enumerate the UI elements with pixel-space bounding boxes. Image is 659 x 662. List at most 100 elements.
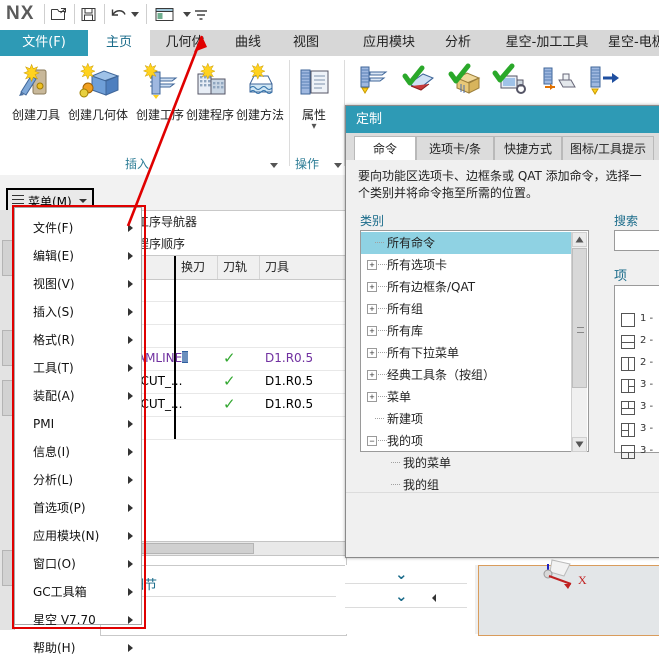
menu-item-analysis[interactable]: 分析(L) <box>15 466 141 494</box>
list-item[interactable]: 3 - <box>615 376 659 397</box>
list-item[interactable]: 2 - <box>615 332 659 353</box>
tab-tabs-bars[interactable]: 选项卡/条 <box>416 136 494 160</box>
scroll-up-arrow[interactable] <box>572 232 587 247</box>
resource-bar-tab-3[interactable] <box>2 380 14 416</box>
menu-item-insert[interactable]: 插入(S) <box>15 298 141 326</box>
resource-bar-tab-4[interactable] <box>2 550 14 586</box>
ribbon-group-operation-caret[interactable] <box>334 163 342 168</box>
resource-bar-tab-1[interactable] <box>2 240 14 276</box>
expand-icon[interactable]: + <box>367 392 377 402</box>
tree-item-menu[interactable]: + 菜单 <box>361 386 573 408</box>
expand-icon[interactable]: + <box>367 304 377 314</box>
qat-more-icon[interactable] <box>193 9 209 21</box>
menu-item-gc-toolbox[interactable]: GC工具箱 <box>15 578 141 606</box>
tab-geometry[interactable]: 几何体 <box>150 30 220 56</box>
collapse-arrow-icon[interactable] <box>429 593 439 603</box>
list-item[interactable]: 3 - <box>615 442 659 463</box>
menu-item-file[interactable]: 文件(F) <box>15 214 141 242</box>
tree-item-all-dropdowns[interactable]: + 所有下拉菜单 <box>361 342 573 364</box>
menu-item-application[interactable]: 应用模块(N) <box>15 522 141 550</box>
menu-item-pmi[interactable]: PMI <box>15 410 141 438</box>
list-item[interactable]: 3 - <box>615 420 659 441</box>
undo-dropdown-caret[interactable] <box>131 12 139 17</box>
tree-line <box>378 374 387 376</box>
tree-item-all-tabs[interactable]: + 所有选项卡 <box>361 254 573 276</box>
generate-toolpath-button[interactable] <box>352 62 396 104</box>
submenu-arrow-icon <box>128 560 133 568</box>
menu-item-assemblies[interactable]: 装配(A) <box>15 382 141 410</box>
tab-icons-tooltips[interactable]: 图标/工具提示 <box>562 136 654 160</box>
list-item[interactable]: 1 - <box>615 310 659 331</box>
tab-shortcuts[interactable]: 快捷方式 <box>494 136 562 160</box>
tree-item-my-items[interactable]: − 我的项 <box>361 430 573 452</box>
category-tree[interactable]: 所有命令 + 所有选项卡 + 所有边框条/QAT + 所有组 + 所有库 + 所… <box>360 230 589 514</box>
post-process-button[interactable] <box>536 62 580 104</box>
tree-item-all-groups[interactable]: + 所有组 <box>361 298 573 320</box>
tab-home[interactable]: 主页 <box>88 30 150 56</box>
resource-bar-tab-2[interactable] <box>2 330 14 366</box>
create-tool-button[interactable]: 创建刀具 <box>4 62 68 123</box>
expand-icon[interactable]: + <box>367 260 377 270</box>
cell-toolpath: ✓ <box>223 395 236 413</box>
menu-item-information[interactable]: 信息(I) <box>15 438 141 466</box>
tab-commands[interactable]: 命令 <box>354 136 416 160</box>
create-method-button[interactable]: 创建方法 <box>228 62 292 123</box>
collapse-icon[interactable]: − <box>367 436 377 446</box>
list-item[interactable] <box>615 288 659 309</box>
menu-item-tools[interactable]: 工具(T) <box>15 354 141 382</box>
tree-item-all-commands[interactable]: 所有命令 <box>361 232 573 254</box>
list-item[interactable]: 2 - <box>615 354 659 375</box>
tree-item-all-borders-qat[interactable]: + 所有边框条/QAT <box>361 276 573 298</box>
tree-item-all-libraries[interactable]: + 所有库 <box>361 320 573 342</box>
output-button[interactable] <box>582 62 626 104</box>
undo-icon[interactable] <box>110 6 128 23</box>
menu-item-xingkong[interactable]: 星空 V7.70 <box>15 606 141 634</box>
tree-item-my-menu[interactable]: 我的菜单 <box>361 452 573 474</box>
menu-item-label: 文件(F) <box>33 221 74 235</box>
menu-item-help[interactable]: 帮助(H) <box>15 634 141 662</box>
tab-xingkong-machining[interactable]: 星空-加工工具 <box>486 30 608 56</box>
menu-item-preferences[interactable]: 首选项(P) <box>15 494 141 522</box>
search-input[interactable] <box>614 230 659 251</box>
list-item[interactable]: 3 - <box>615 398 659 419</box>
tool-change-icon <box>182 351 188 363</box>
chevron-down-icon[interactable]: ⌄ <box>395 587 413 605</box>
items-list[interactable]: 1 - 2 - 2 - 3 - 3 - 3 - 3 - <box>614 285 659 459</box>
properties-button[interactable]: 属性 ▾ <box>286 62 342 132</box>
simulate-button[interactable] <box>490 62 534 104</box>
tree-line <box>378 330 387 332</box>
tab-curve[interactable]: 曲线 <box>220 30 276 56</box>
create-geometry-button[interactable]: 创建几何体 <box>66 62 130 123</box>
ribbon-group-insert-caret[interactable] <box>270 163 278 168</box>
menu-item-window[interactable]: 窗口(O) <box>15 550 141 578</box>
tree-item-classic-toolbars[interactable]: + 经典工具条（按组） <box>361 364 573 386</box>
tab-xingkong-electrode[interactable]: 星空-电极 <box>608 30 659 56</box>
scroll-down-arrow[interactable] <box>572 437 587 452</box>
open-icon[interactable] <box>50 6 68 23</box>
menu-item-view[interactable]: 视图(V) <box>15 270 141 298</box>
tab-view[interactable]: 视图 <box>276 30 336 56</box>
properties-dropdown-caret[interactable]: ▾ <box>286 121 342 132</box>
window-icon[interactable] <box>154 6 176 23</box>
window-dropdown-caret[interactable] <box>183 12 191 17</box>
menu-item-edit[interactable]: 编辑(E) <box>15 242 141 270</box>
submenu-arrow-icon <box>128 308 133 316</box>
tree-item-new-item[interactable]: 新建项 <box>361 408 573 430</box>
tree-vertical-scrollbar[interactable] <box>571 232 587 452</box>
chevron-down-icon[interactable]: ⌄ <box>395 565 413 583</box>
verify-toolpath-button[interactable] <box>398 62 442 104</box>
tab-application[interactable]: 应用模块 <box>348 30 430 56</box>
submenu-arrow-icon <box>128 476 133 484</box>
save-icon[interactable] <box>80 6 98 23</box>
graphics-viewport[interactable]: X <box>478 559 659 636</box>
confirm-toolpath-button[interactable] <box>444 62 488 104</box>
expand-icon[interactable]: + <box>367 348 377 358</box>
tab-file[interactable]: 文件(F) <box>0 30 88 56</box>
expand-icon[interactable]: + <box>367 326 377 336</box>
collapsible-sections-pane: ⌄ ⌄ <box>345 565 476 634</box>
expand-icon[interactable]: + <box>367 282 377 292</box>
menu-item-format[interactable]: 格式(R) <box>15 326 141 354</box>
scrollbar-thumb[interactable] <box>572 248 587 388</box>
expand-icon[interactable]: + <box>367 370 377 380</box>
tab-analysis[interactable]: 分析 <box>430 30 486 56</box>
